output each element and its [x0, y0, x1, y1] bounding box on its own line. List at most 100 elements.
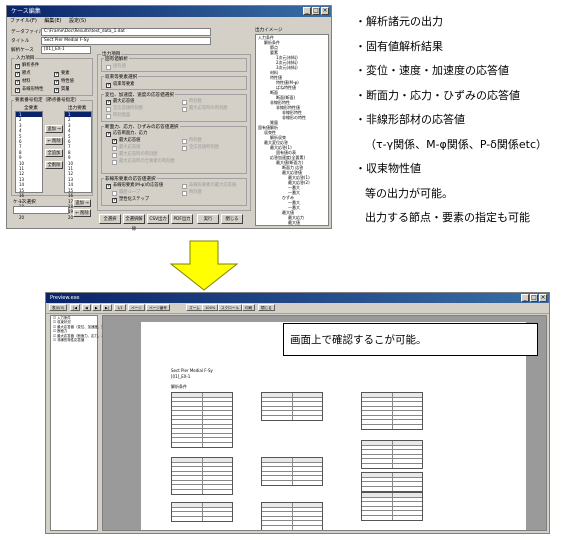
first-page-icon[interactable]: |◀: [70, 304, 80, 311]
deselect-all-button[interactable]: 全選択解除: [123, 214, 145, 232]
eigen-checkbox[interactable]: 固有値: [106, 64, 126, 70]
report-table: [361, 392, 423, 430]
input-item[interactable]: ✓ 節点: [15, 71, 31, 77]
output-checkbox[interactable]: ✓ 最大応答値: [112, 138, 140, 144]
case-input[interactable]: [01]_EX-1: [41, 46, 91, 54]
case-add-button[interactable]: 追加 →: [73, 199, 91, 207]
prev-page-icon[interactable]: ◀: [82, 304, 91, 311]
nonlinear-section: 非線形要素の応答値選択 ✓ 非線形要素(M-φ)の応答値 非線形要素の最大応答値 …: [101, 176, 247, 206]
minimize-icon[interactable]: _: [303, 7, 311, 15]
tree-node[interactable]: 最大値: [256, 220, 328, 225]
output-checkbox[interactable]: 全応答値時刻歴: [106, 106, 143, 112]
csv-output-button[interactable]: CSV出力: [147, 214, 169, 224]
add-element-button[interactable]: 追加 →: [45, 125, 63, 133]
remove-element-button[interactable]: ← 削除: [45, 137, 63, 145]
section-title: 変位、加速度、速度の応答値選択: [104, 92, 175, 98]
report-table: [361, 440, 423, 469]
element-group-title: 要素番号指定（節点番号指定）: [14, 97, 81, 103]
close-icon[interactable]: ×: [321, 7, 329, 15]
preview-titlebar: Preview.exe _ □ ×: [46, 293, 549, 303]
zoom-button[interactable]: ズーム: [186, 304, 203, 311]
maximize-icon[interactable]: □: [312, 7, 320, 15]
preview-title: Preview.exe: [50, 295, 80, 301]
scroll-button[interactable]: スクロール: [218, 304, 242, 311]
output-checkbox[interactable]: 最大応答時の時刻歴: [182, 106, 228, 112]
element-select-group: 要素番号指定（節点番号指定） 全要素 出力要素 1 2 3 4 5 6 7 8 9 10 11 12 1…: [11, 97, 93, 220]
output-checkbox[interactable]: 時刻歴: [182, 190, 202, 196]
output-checkbox[interactable]: ✓ 塑性化ステップ: [112, 197, 149, 203]
report-table: [261, 457, 323, 486]
input-item[interactable]: ✓ 非線形特性: [15, 87, 43, 93]
report-table: [171, 392, 233, 448]
datafile-input[interactable]: C:\Frame\Doc\Results\test_data_1.dat: [41, 28, 211, 36]
callout-box: 画面上で確認するこが可能。: [283, 323, 538, 356]
field-label-datafile: データファイル: [11, 30, 44, 35]
next-page-icon[interactable]: ▶: [92, 304, 101, 311]
menubar: ファイル(F) 編集(E) 設定(S): [7, 17, 331, 26]
title-input[interactable]: Sect Pier Medial F-Sy: [41, 37, 211, 45]
output-checkbox[interactable]: 最大応答値: [112, 145, 140, 151]
output-checkbox[interactable]: 全応答値時刻歴: [182, 145, 219, 151]
output-checkbox[interactable]: ✓ 最大応答値: [106, 99, 134, 105]
field-label-title: タイトル: [11, 39, 30, 44]
feature-item: ・非線形部材の応答値: [355, 113, 465, 126]
report-table: [361, 472, 423, 492]
input-item[interactable]: ✓ 要素: [54, 71, 70, 77]
input-item[interactable]: ✓ 材料: [15, 79, 31, 85]
input-item[interactable]: ✓ 解析条件: [15, 63, 39, 69]
convergence-checkbox[interactable]: ✓ 収束等要素: [106, 82, 134, 88]
case-select-input[interactable]: [13, 206, 69, 214]
close-preview-button[interactable]: 閉じる: [258, 304, 275, 311]
eigen-section: 固有値解析 固有値: [101, 56, 247, 72]
input-group-title: 入力項目: [15, 55, 36, 61]
feature-list: ・解析諸元の出力 ・固有値解析結果 ・変位・速度・加速度の応答値 ・断面力・応力…: [355, 10, 547, 231]
report-row: [262, 480, 322, 486]
page-button[interactable]: ページ: [128, 304, 145, 311]
output-image-tree[interactable]: 入力条件 解析条件 節点 要素 1次元(材料) 2次元(材料) 3次元(材料) 材料 特性値 特性…: [255, 34, 329, 226]
preview-tree-node[interactable]: ☑ 非線形特性応答値: [51, 338, 97, 342]
remove-all-button[interactable]: 全削除: [45, 161, 63, 169]
print-button[interactable]: 印刷: [242, 304, 256, 311]
close-icon[interactable]: ×: [539, 294, 547, 302]
maximize-icon[interactable]: □: [530, 294, 538, 302]
output-elements-list[interactable]: 1 2 3 4 5 6 7 8 9 10 11 12 13 14 15 16 17 18 19 20: [64, 111, 92, 220]
doc-heading: 解析条件: [171, 384, 187, 389]
output-checkbox[interactable]: 最大応答時の時刻歴: [112, 152, 158, 158]
report-row: [362, 424, 422, 430]
close-button[interactable]: 閉じる: [221, 214, 243, 224]
input-item[interactable]: ✓ 特性値: [54, 79, 74, 85]
minimize-icon[interactable]: _: [521, 294, 529, 302]
menu-file[interactable]: ファイル(F): [10, 18, 37, 24]
pdf-output-button[interactable]: PDF出力: [171, 214, 193, 224]
run-button[interactable]: 実行: [197, 214, 219, 224]
output-checkbox[interactable]: 時刻歴: [182, 99, 202, 105]
zoom-level[interactable]: 100%: [202, 304, 219, 311]
view-menu-button[interactable]: 表示(V): [49, 304, 68, 311]
select-all-button[interactable]: 全選択: [99, 214, 121, 224]
feature-item: ・変位・速度・加速度の応答値: [355, 64, 509, 77]
add-all-button[interactable]: 全追加: [45, 149, 63, 157]
section-title: 固有値解析: [104, 56, 129, 62]
dialog-title: ケース編集: [11, 8, 41, 15]
menu-settings[interactable]: 設定(S): [69, 18, 86, 24]
list-item[interactable]: 20: [16, 215, 42, 220]
last-page-icon[interactable]: ▶|: [102, 304, 112, 311]
output-checkbox[interactable]: ✓ 非線形要素(M-φ)の応答値: [106, 183, 163, 189]
feature-item: 出力する節点・要素の指定も可能: [365, 211, 530, 224]
case-remove-button[interactable]: ← 削除: [73, 209, 91, 217]
page-number-button[interactable]: ページ番号: [146, 304, 170, 311]
report-row: [172, 489, 232, 495]
output-checkbox[interactable]: 履歴ループ: [112, 190, 140, 196]
displacement-section: 変位、加速度、速度の応答値選択 ✓ 最大応答値 時刻歴 全応答値時刻歴 最大応答時…: [101, 92, 247, 122]
output-checkbox[interactable]: ✓ 応答断面力、応力: [106, 131, 147, 137]
preview-tree[interactable]: ☑ 入力条件 ☑ 収束状況 ☑ 最大応答値（変位、加速度、速度） ☑ 断面力 ☑ 最大応…: [50, 315, 115, 531]
section-title: 非線形要素の応答値選択: [104, 176, 157, 182]
menu-edit[interactable]: 編集(E): [44, 18, 61, 24]
output-checkbox[interactable]: 時刻歴: [182, 138, 202, 144]
all-elements-list[interactable]: 1234567891011121314151617181920: [15, 111, 43, 220]
input-item[interactable]: ✓ 質量: [54, 87, 70, 93]
output-checkbox[interactable]: 最大応答時の全要素の時刻歴: [112, 159, 175, 165]
output-checkbox[interactable]: 時刻歴図: [106, 113, 130, 119]
feature-item: ・固有値解析結果: [355, 39, 443, 53]
output-checkbox[interactable]: 非線形要素の最大応答値: [182, 183, 236, 189]
